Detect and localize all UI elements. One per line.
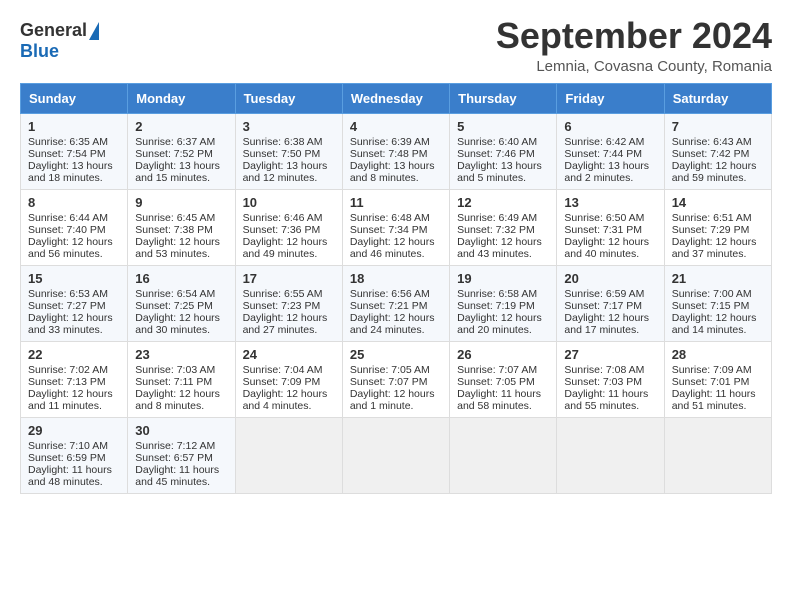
day-number: 26 [457, 347, 549, 362]
day-number: 29 [28, 423, 120, 438]
day-number: 18 [350, 271, 442, 286]
day-number: 13 [564, 195, 656, 210]
column-header-thursday: Thursday [450, 83, 557, 113]
calendar-day-cell: 16Sunrise: 6:54 AMSunset: 7:25 PMDayligh… [128, 265, 235, 341]
month-title: September 2024 [496, 16, 772, 56]
calendar-day-cell: 7Sunrise: 6:43 AMSunset: 7:42 PMDaylight… [664, 113, 771, 189]
logo-blue-text: Blue [20, 41, 59, 62]
day-number: 8 [28, 195, 120, 210]
column-header-friday: Friday [557, 83, 664, 113]
calendar-day-cell: 23Sunrise: 7:03 AMSunset: 7:11 PMDayligh… [128, 341, 235, 417]
calendar-day-cell: 2Sunrise: 6:37 AMSunset: 7:52 PMDaylight… [128, 113, 235, 189]
day-number: 22 [28, 347, 120, 362]
day-number: 9 [135, 195, 227, 210]
day-number: 6 [564, 119, 656, 134]
calendar-day-cell: 14Sunrise: 6:51 AMSunset: 7:29 PMDayligh… [664, 189, 771, 265]
calendar-day-cell: 27Sunrise: 7:08 AMSunset: 7:03 PMDayligh… [557, 341, 664, 417]
empty-cell [664, 417, 771, 493]
day-number: 19 [457, 271, 549, 286]
column-header-tuesday: Tuesday [235, 83, 342, 113]
calendar-table: SundayMondayTuesdayWednesdayThursdayFrid… [20, 83, 772, 494]
calendar-day-cell: 15Sunrise: 6:53 AMSunset: 7:27 PMDayligh… [21, 265, 128, 341]
day-number: 24 [243, 347, 335, 362]
day-number: 1 [28, 119, 120, 134]
logo: General Blue [20, 16, 99, 62]
day-number: 20 [564, 271, 656, 286]
day-number: 5 [457, 119, 549, 134]
calendar-day-cell: 19Sunrise: 6:58 AMSunset: 7:19 PMDayligh… [450, 265, 557, 341]
day-number: 3 [243, 119, 335, 134]
calendar-day-cell: 8Sunrise: 6:44 AMSunset: 7:40 PMDaylight… [21, 189, 128, 265]
day-number: 17 [243, 271, 335, 286]
calendar-day-cell: 13Sunrise: 6:50 AMSunset: 7:31 PMDayligh… [557, 189, 664, 265]
calendar-day-cell: 18Sunrise: 6:56 AMSunset: 7:21 PMDayligh… [342, 265, 449, 341]
logo-triangle-icon [89, 22, 99, 40]
calendar-day-cell: 9Sunrise: 6:45 AMSunset: 7:38 PMDaylight… [128, 189, 235, 265]
day-number: 27 [564, 347, 656, 362]
calendar-day-cell: 11Sunrise: 6:48 AMSunset: 7:34 PMDayligh… [342, 189, 449, 265]
day-number: 7 [672, 119, 764, 134]
calendar-day-cell: 5Sunrise: 6:40 AMSunset: 7:46 PMDaylight… [450, 113, 557, 189]
day-number: 23 [135, 347, 227, 362]
column-header-wednesday: Wednesday [342, 83, 449, 113]
calendar-week-row: 29Sunrise: 7:10 AMSunset: 6:59 PMDayligh… [21, 417, 772, 493]
calendar-week-row: 22Sunrise: 7:02 AMSunset: 7:13 PMDayligh… [21, 341, 772, 417]
calendar-day-cell: 20Sunrise: 6:59 AMSunset: 7:17 PMDayligh… [557, 265, 664, 341]
calendar-day-cell: 10Sunrise: 6:46 AMSunset: 7:36 PMDayligh… [235, 189, 342, 265]
day-number: 15 [28, 271, 120, 286]
title-section: September 2024 Lemnia, Covasna County, R… [496, 16, 772, 75]
location-subtitle: Lemnia, Covasna County, Romania [496, 58, 772, 75]
day-number: 14 [672, 195, 764, 210]
calendar-day-cell: 24Sunrise: 7:04 AMSunset: 7:09 PMDayligh… [235, 341, 342, 417]
calendar-day-cell: 25Sunrise: 7:05 AMSunset: 7:07 PMDayligh… [342, 341, 449, 417]
calendar-day-cell: 12Sunrise: 6:49 AMSunset: 7:32 PMDayligh… [450, 189, 557, 265]
page-header: General Blue September 2024 Lemnia, Cova… [20, 16, 772, 75]
column-header-monday: Monday [128, 83, 235, 113]
day-number: 12 [457, 195, 549, 210]
empty-cell [342, 417, 449, 493]
logo-general-text: General [20, 20, 87, 41]
calendar-day-cell: 28Sunrise: 7:09 AMSunset: 7:01 PMDayligh… [664, 341, 771, 417]
header-row: SundayMondayTuesdayWednesdayThursdayFrid… [21, 83, 772, 113]
column-header-sunday: Sunday [21, 83, 128, 113]
calendar-day-cell: 17Sunrise: 6:55 AMSunset: 7:23 PMDayligh… [235, 265, 342, 341]
day-number: 2 [135, 119, 227, 134]
calendar-day-cell: 22Sunrise: 7:02 AMSunset: 7:13 PMDayligh… [21, 341, 128, 417]
calendar-week-row: 15Sunrise: 6:53 AMSunset: 7:27 PMDayligh… [21, 265, 772, 341]
calendar-day-cell: 29Sunrise: 7:10 AMSunset: 6:59 PMDayligh… [21, 417, 128, 493]
empty-cell [557, 417, 664, 493]
calendar-day-cell: 26Sunrise: 7:07 AMSunset: 7:05 PMDayligh… [450, 341, 557, 417]
day-number: 10 [243, 195, 335, 210]
calendar-day-cell: 30Sunrise: 7:12 AMSunset: 6:57 PMDayligh… [128, 417, 235, 493]
day-number: 25 [350, 347, 442, 362]
column-header-saturday: Saturday [664, 83, 771, 113]
empty-cell [450, 417, 557, 493]
calendar-week-row: 8Sunrise: 6:44 AMSunset: 7:40 PMDaylight… [21, 189, 772, 265]
day-number: 11 [350, 195, 442, 210]
day-number: 28 [672, 347, 764, 362]
empty-cell [235, 417, 342, 493]
day-number: 4 [350, 119, 442, 134]
calendar-day-cell: 6Sunrise: 6:42 AMSunset: 7:44 PMDaylight… [557, 113, 664, 189]
day-number: 16 [135, 271, 227, 286]
day-number: 30 [135, 423, 227, 438]
day-number: 21 [672, 271, 764, 286]
calendar-day-cell: 4Sunrise: 6:39 AMSunset: 7:48 PMDaylight… [342, 113, 449, 189]
calendar-day-cell: 3Sunrise: 6:38 AMSunset: 7:50 PMDaylight… [235, 113, 342, 189]
calendar-day-cell: 1Sunrise: 6:35 AMSunset: 7:54 PMDaylight… [21, 113, 128, 189]
calendar-day-cell: 21Sunrise: 7:00 AMSunset: 7:15 PMDayligh… [664, 265, 771, 341]
calendar-week-row: 1Sunrise: 6:35 AMSunset: 7:54 PMDaylight… [21, 113, 772, 189]
